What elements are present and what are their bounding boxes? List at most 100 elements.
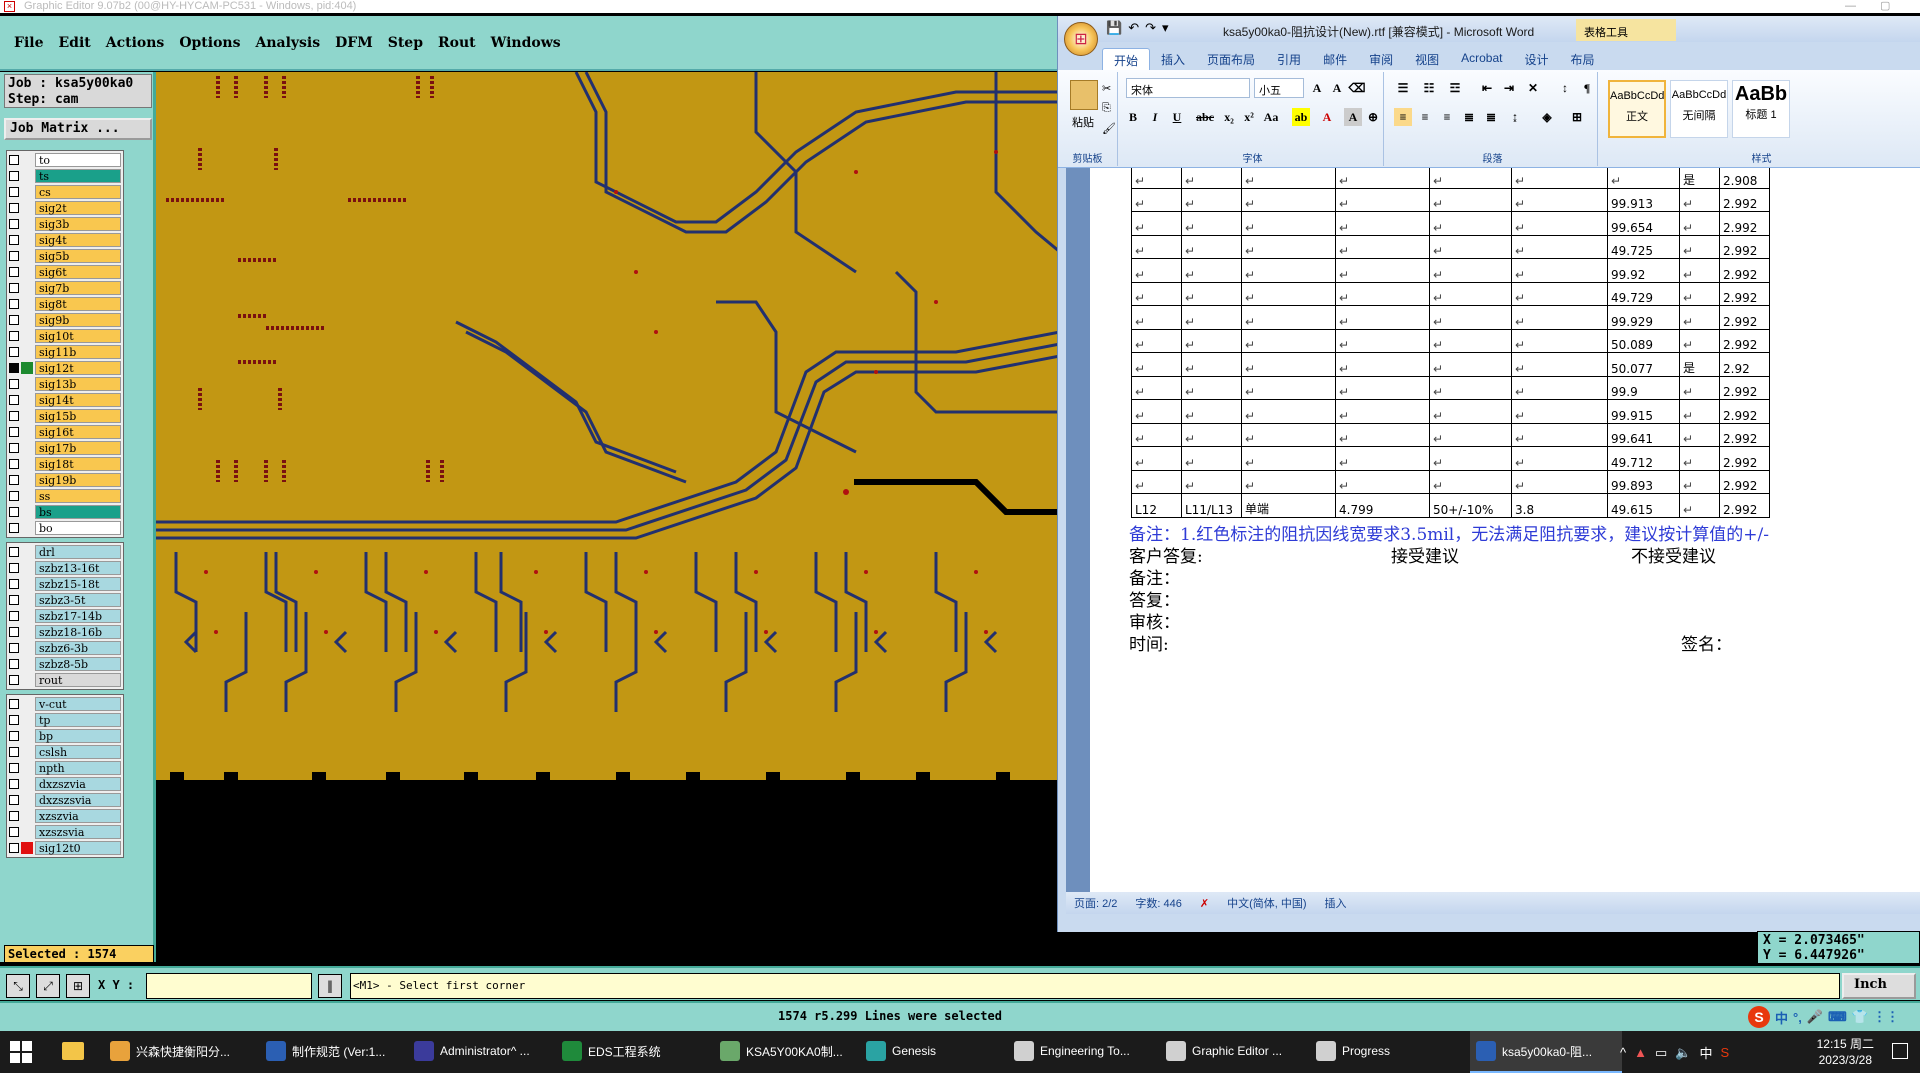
taskbar-item[interactable]: KSA5Y00KA0制...	[714, 1031, 860, 1073]
table-cell[interactable]: ↵	[1679, 399, 1720, 424]
layer-row[interactable]: sig18t	[9, 456, 121, 472]
layer-name[interactable]: sig12t	[35, 361, 121, 375]
table-cell[interactable]: ↵	[1511, 422, 1608, 447]
char-shading-icon[interactable]: A	[1344, 108, 1362, 126]
table-cell[interactable]: ↵	[1335, 168, 1430, 189]
layer-checkbox[interactable]	[9, 187, 19, 197]
table-cell[interactable]: 是	[1679, 352, 1720, 377]
layer-name[interactable]: sig2t	[35, 201, 121, 215]
table-cell[interactable]: 单端	[1241, 493, 1336, 518]
table-cell[interactable]: ↵	[1679, 281, 1720, 306]
layer-row[interactable]: szbz3-5t	[9, 592, 121, 608]
shading-icon[interactable]: ◈	[1538, 108, 1556, 126]
table-cell[interactable]: ↵	[1679, 493, 1720, 518]
layer-color-marker[interactable]	[21, 522, 33, 534]
layer-color-marker[interactable]	[21, 378, 33, 390]
layer-color-marker[interactable]	[21, 202, 33, 214]
table-cell[interactable]: ↵	[1181, 234, 1242, 259]
layer-checkbox[interactable]	[9, 779, 19, 789]
layer-row[interactable]: sig19b	[9, 472, 121, 488]
bold-button[interactable]: B	[1124, 108, 1142, 126]
layer-checkbox[interactable]	[9, 427, 19, 437]
table-cell[interactable]: ↵	[1429, 422, 1512, 447]
table-cell[interactable]: 50.077	[1607, 352, 1680, 377]
layer-row[interactable]: sig11b	[9, 344, 121, 360]
layer-checkbox[interactable]	[9, 675, 19, 685]
layer-checkbox[interactable]	[9, 763, 19, 773]
layer-row[interactable]: dxzszsvia	[9, 792, 121, 808]
layer-checkbox[interactable]	[9, 171, 19, 181]
layer-name[interactable]: to	[35, 153, 121, 167]
layer-color-marker[interactable]	[21, 698, 33, 710]
table-cell[interactable]: ↵	[1241, 352, 1336, 377]
table-cell[interactable]: 49.712	[1607, 446, 1680, 471]
layer-name[interactable]: bs	[35, 505, 121, 519]
table-cell[interactable]: ↵	[1241, 211, 1336, 236]
borders-icon[interactable]: ⊞	[1568, 108, 1586, 126]
layer-row[interactable]: sig7b	[9, 280, 121, 296]
layer-color-marker[interactable]	[21, 394, 33, 406]
table-cell[interactable]: ↵	[1511, 399, 1608, 424]
table-cell[interactable]: ↵	[1679, 211, 1720, 236]
layer-row[interactable]: dxzszvia	[9, 776, 121, 792]
table-cell[interactable]: 2.992	[1719, 258, 1770, 283]
redo-icon[interactable]: ↷	[1145, 20, 1156, 36]
menu-edit[interactable]: Edit	[58, 35, 90, 51]
layer-name[interactable]: drl	[35, 545, 121, 559]
format-painter-icon[interactable]: 🖌	[1102, 122, 1116, 135]
grow-font-icon[interactable]: A	[1308, 79, 1326, 97]
notification-icon[interactable]	[1892, 1043, 1908, 1059]
layer-row[interactable]: xzszsvia	[9, 824, 121, 840]
table-cell[interactable]: ↵	[1511, 305, 1608, 330]
layer-row[interactable]: szbz13-16t	[9, 560, 121, 576]
menu-step[interactable]: Step	[388, 35, 423, 51]
layer-name[interactable]: rout	[35, 673, 121, 687]
layer-color-marker[interactable]	[21, 298, 33, 310]
maximize-icon[interactable]: ▢	[1880, 0, 1890, 13]
layer-checkbox[interactable]	[9, 699, 19, 709]
layer-row[interactable]: ts	[9, 168, 121, 184]
zoom-fit-icon[interactable]: ⤡	[6, 974, 30, 998]
paste-icon[interactable]	[1070, 80, 1098, 110]
table-cell[interactable]: 2.992	[1719, 375, 1770, 400]
ime-lang[interactable]: 中	[1775, 1008, 1788, 1027]
layer-checkbox[interactable]	[9, 731, 19, 741]
status-language[interactable]: 中文(简体, 中国)	[1227, 895, 1306, 911]
cut-icon[interactable]: ✂	[1102, 82, 1111, 95]
table-cell[interactable]: ↵	[1511, 281, 1608, 306]
ribbon-tab[interactable]: 视图	[1404, 48, 1450, 70]
table-cell[interactable]: 2.908	[1719, 168, 1770, 189]
layer-checkbox[interactable]	[9, 507, 19, 517]
layer-row[interactable]: szbz15-18t	[9, 576, 121, 592]
table-cell[interactable]: ↵	[1181, 168, 1242, 189]
table-cell[interactable]: ↵	[1131, 168, 1182, 189]
layer-checkbox[interactable]	[9, 579, 19, 589]
layer-checkbox[interactable]	[9, 747, 19, 757]
layer-checkbox[interactable]	[9, 715, 19, 725]
layer-checkbox[interactable]	[9, 459, 19, 469]
layer-checkbox[interactable]	[9, 443, 19, 453]
table-cell[interactable]: ↵	[1131, 352, 1182, 377]
layer-checkbox[interactable]	[9, 283, 19, 293]
table-cell[interactable]: ↵	[1181, 281, 1242, 306]
table-cell[interactable]: ↵	[1511, 234, 1608, 259]
table-cell[interactable]: ↵	[1679, 446, 1720, 471]
table-cell[interactable]: ↵	[1181, 375, 1242, 400]
layer-color-marker[interactable]	[21, 218, 33, 230]
align-center-icon[interactable]: ≡	[1416, 108, 1434, 126]
ribbon-tab[interactable]: 审阅	[1358, 48, 1404, 70]
table-cell[interactable]: ↵	[1241, 234, 1336, 259]
layer-color-marker[interactable]	[21, 746, 33, 758]
shrink-font-icon[interactable]: A	[1328, 79, 1346, 97]
table-cell[interactable]: 2.992	[1719, 187, 1770, 212]
layer-name[interactable]: xzszsvia	[35, 825, 121, 839]
table-cell[interactable]: ↵	[1679, 328, 1720, 353]
layer-row[interactable]: sig9b	[9, 312, 121, 328]
font-size-select[interactable]: 小五	[1254, 78, 1304, 98]
table-cell[interactable]: ↵	[1429, 187, 1512, 212]
table-cell[interactable]: ↵	[1511, 328, 1608, 353]
table-cell[interactable]: ↵	[1511, 258, 1608, 283]
table-cell[interactable]: ↵	[1429, 375, 1512, 400]
table-cell[interactable]: ↵	[1241, 328, 1336, 353]
layer-name[interactable]: sig10t	[35, 329, 121, 343]
